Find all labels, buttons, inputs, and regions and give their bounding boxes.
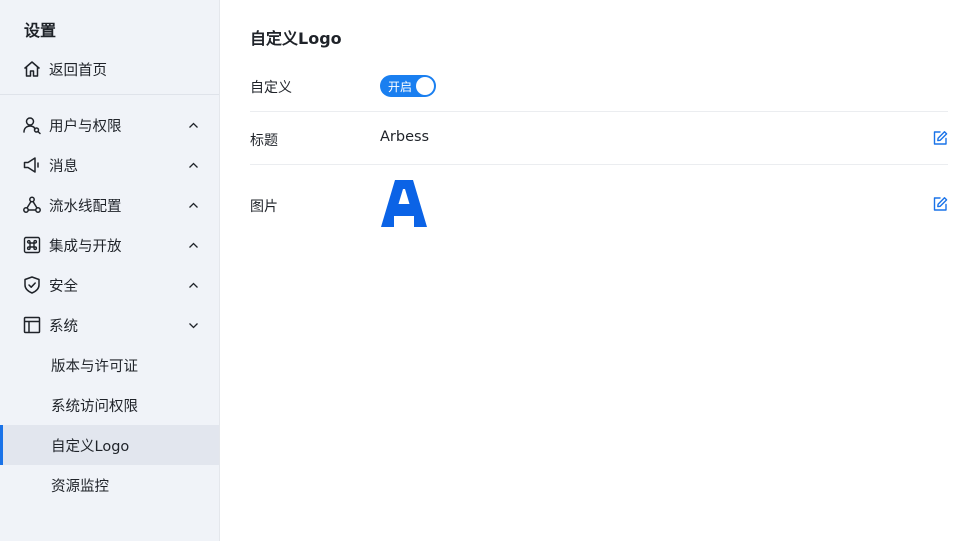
- title-label: 标题: [250, 133, 278, 149]
- layout-icon: [23, 316, 41, 334]
- main-content: 自定义Logo 自定义 开启 标题 Arbess 图片: [221, 0, 978, 541]
- chevron-up-icon: [189, 242, 198, 248]
- arbess-logo: [381, 180, 427, 227]
- sidebar-subitem-custom-logo[interactable]: 自定义Logo: [0, 425, 219, 465]
- sidebar-title: 设置: [24, 21, 57, 40]
- sidebar-subitem-license[interactable]: 版本与许可证: [0, 345, 219, 385]
- sidebar-subitem-label: 系统访问权限: [51, 398, 138, 415]
- sidebar-item-users[interactable]: 用户与权限: [0, 105, 219, 145]
- command-icon: [23, 236, 41, 254]
- sidebar-item-messages[interactable]: 消息: [0, 145, 219, 185]
- sidebar-item-label: 安全: [49, 278, 78, 295]
- page-title: 自定义Logo: [250, 29, 342, 48]
- sidebar-item-label: 系统: [49, 318, 78, 335]
- megaphone-icon: [23, 157, 39, 173]
- custom-row: 自定义 开启: [250, 75, 948, 97]
- sidebar-subitem-label: 自定义Logo: [51, 438, 130, 455]
- chevron-up-icon: [189, 122, 198, 128]
- chevron-up-icon: [189, 282, 198, 288]
- home-icon: [24, 61, 40, 77]
- sidebar-item-security[interactable]: 安全: [0, 265, 219, 305]
- chevron-up-icon: [189, 162, 198, 168]
- sidebar-subitem-label: 版本与许可证: [51, 358, 138, 375]
- sidebar-subitem-label: 资源监控: [51, 478, 109, 495]
- edit-icon[interactable]: [932, 130, 948, 146]
- sidebar-item-label: 用户与权限: [49, 118, 122, 135]
- image-label: 图片: [250, 199, 278, 215]
- image-row: 图片: [250, 180, 948, 228]
- home-link-label: 返回首页: [49, 62, 107, 79]
- chevron-up-icon: [189, 202, 198, 208]
- sidebar-item-label: 集成与开放: [49, 238, 122, 255]
- sidebar-item-system[interactable]: 系统: [0, 305, 219, 345]
- title-row: 标题 Arbess: [250, 128, 948, 150]
- title-value: Arbess: [380, 129, 430, 145]
- row-divider: [250, 111, 948, 112]
- sidebar-item-pipeline[interactable]: 流水线配置: [0, 185, 219, 225]
- toggle-knob: [416, 77, 434, 95]
- sidebar-item-label: 消息: [49, 158, 78, 175]
- sidebar-subitem-access[interactable]: 系统访问权限: [0, 385, 219, 425]
- sidebar: 设置 返回首页 用户与权限 消息 流水线配置 集成与开放 安全 系统 版本与许可…: [0, 0, 220, 541]
- sidebar-item-integration[interactable]: 集成与开放: [0, 225, 219, 265]
- row-divider: [250, 164, 948, 165]
- toggle-text: 开启: [388, 80, 413, 94]
- sidebar-subitem-monitor[interactable]: 资源监控: [0, 465, 219, 505]
- custom-label: 自定义: [250, 80, 292, 96]
- sidebar-item-label: 流水线配置: [49, 198, 122, 215]
- home-link[interactable]: 返回首页: [0, 49, 219, 89]
- pipeline-icon: [23, 196, 41, 213]
- users-icon: [23, 117, 41, 135]
- sidebar-divider: [0, 94, 219, 95]
- edit-icon[interactable]: [932, 196, 948, 212]
- custom-toggle[interactable]: 开启: [380, 75, 436, 97]
- shield-icon: [24, 276, 40, 294]
- chevron-down-icon: [189, 323, 198, 329]
